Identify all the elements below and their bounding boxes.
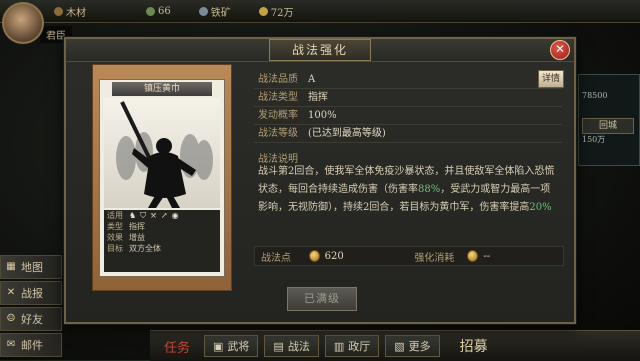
details-button[interactable]: 详情 [538, 70, 564, 88]
wood-icon [54, 6, 63, 16]
menu-item-mail[interactable]: ✉ 邮件 [0, 333, 62, 357]
grain-icon [146, 6, 155, 16]
map-icon: ▦ [6, 261, 16, 272]
resource-copper: 72万 [258, 4, 293, 19]
battle-icon: ✕ [6, 287, 16, 298]
attr-row-type: 类型 指挥 [107, 222, 145, 231]
nav-generals[interactable]: ▣ 武将 [204, 335, 259, 357]
shield-icon: ⛉ [140, 211, 147, 220]
coin-icon [467, 250, 479, 262]
nav-government[interactable]: ▥ 政厅 [324, 335, 380, 357]
menu-item-friends[interactable]: ☺ 好友 [0, 307, 62, 331]
nav-tasks[interactable]: 任务 [156, 336, 198, 356]
close-button[interactable]: ✕ [550, 40, 570, 60]
max-level-button[interactable]: 已满级 [287, 287, 357, 311]
siege-icon: ◉ [171, 211, 179, 220]
iron-icon [198, 6, 208, 16]
player-avatar[interactable] [2, 2, 44, 44]
info-row-quality: 战法品质 A [254, 71, 562, 89]
resource-grain: 66 [146, 6, 171, 17]
government-icon: ▥ [333, 339, 345, 353]
warrior-illustration [116, 101, 213, 208]
top-status-bar: 木材 66 铁矿 72万 [0, 0, 640, 23]
spear-icon: ↗ [160, 211, 168, 220]
nav-more[interactable]: ▧ 更多 [385, 335, 440, 357]
tactic-points-bar: 战法点 620 强化消耗 -- [254, 246, 564, 266]
attr-row-target: 目标 双方全体 [107, 244, 161, 253]
tactic-card-attributes: 适用 ♞ ⛉ ⤧ ↗ ◉ 类型 指挥 效果 增益 目标 双方全体 [104, 210, 220, 272]
generals-icon: ▣ [213, 339, 224, 353]
tactic-description: 战斗第2回合，使我军全体免疫沙暴状态，并且使敌军全体陷入恐慌状态，每回合持续造成… [258, 166, 555, 213]
left-menu: ▦ 地图 ✕ 战报 ☺ 好友 ✉ 邮件 [0, 255, 62, 359]
unit-type-icons: ♞ ⛉ ⤧ ↗ ◉ [129, 210, 179, 221]
tactic-card-art [104, 98, 220, 208]
tactics-icon: ▤ [273, 339, 284, 353]
dialog-title: 战法强化 [269, 39, 371, 61]
info-row-type: 战法类型 指挥 [254, 89, 562, 107]
menu-item-battle-report[interactable]: ✕ 战报 [0, 281, 62, 305]
menu-item-map[interactable]: ▦ 地图 [0, 255, 62, 279]
friends-icon: ☺ [6, 313, 16, 324]
nav-recruit[interactable]: 招募 [452, 336, 496, 356]
coin-icon [308, 250, 320, 262]
resource-wood: 木材 [54, 4, 86, 19]
mail-icon: ✉ [6, 339, 16, 350]
coin-icon [258, 6, 268, 16]
tactic-upgrade-dialog: 战法强化 ✕ 镇压黄巾 适用 ♞ ⛉ ⤧ ↗ ◉ 类型 指挥 效果 增益 目标 … [64, 37, 576, 324]
bottom-nav-bar: 任务 ▣ 武将 ▤ 战法 ▥ 政厅 ▧ 更多 招募 [150, 330, 640, 361]
resource-iron: 铁矿 [198, 4, 231, 19]
cavalry-icon: ♞ [129, 211, 137, 220]
return-city-button[interactable]: 回城 [582, 118, 634, 134]
attr-row-applicable: 适用 ♞ ⛉ ⤧ ↗ ◉ [107, 210, 179, 221]
tactic-card-frame: 镇压黄巾 适用 ♞ ⛉ ⤧ ↗ ◉ 类型 指挥 效果 增益 目标 双方全体 [92, 64, 232, 291]
info-row-probability: 发动概率 100% [254, 107, 562, 125]
tactic-card: 镇压黄巾 适用 ♞ ⛉ ⤧ ↗ ◉ 类型 指挥 效果 增益 目标 双方全体 [99, 79, 225, 277]
bow-icon: ⤧ [150, 211, 157, 220]
upgrade-cost-value: -- [483, 250, 491, 262]
more-icon: ▧ [394, 339, 405, 353]
tactic-card-name: 镇压黄巾 [112, 82, 212, 96]
nav-tactics[interactable]: ▤ 战法 [264, 335, 319, 357]
tactic-info-table: 战法品质 A 战法类型 指挥 发动概率 100% 战法等级 (已达到最高等级) [254, 71, 562, 143]
info-row-level: 战法等级 (已达到最高等级) [254, 125, 562, 143]
attr-row-effect: 效果 增益 [107, 233, 145, 242]
tactic-points-value: 620 [324, 250, 344, 262]
